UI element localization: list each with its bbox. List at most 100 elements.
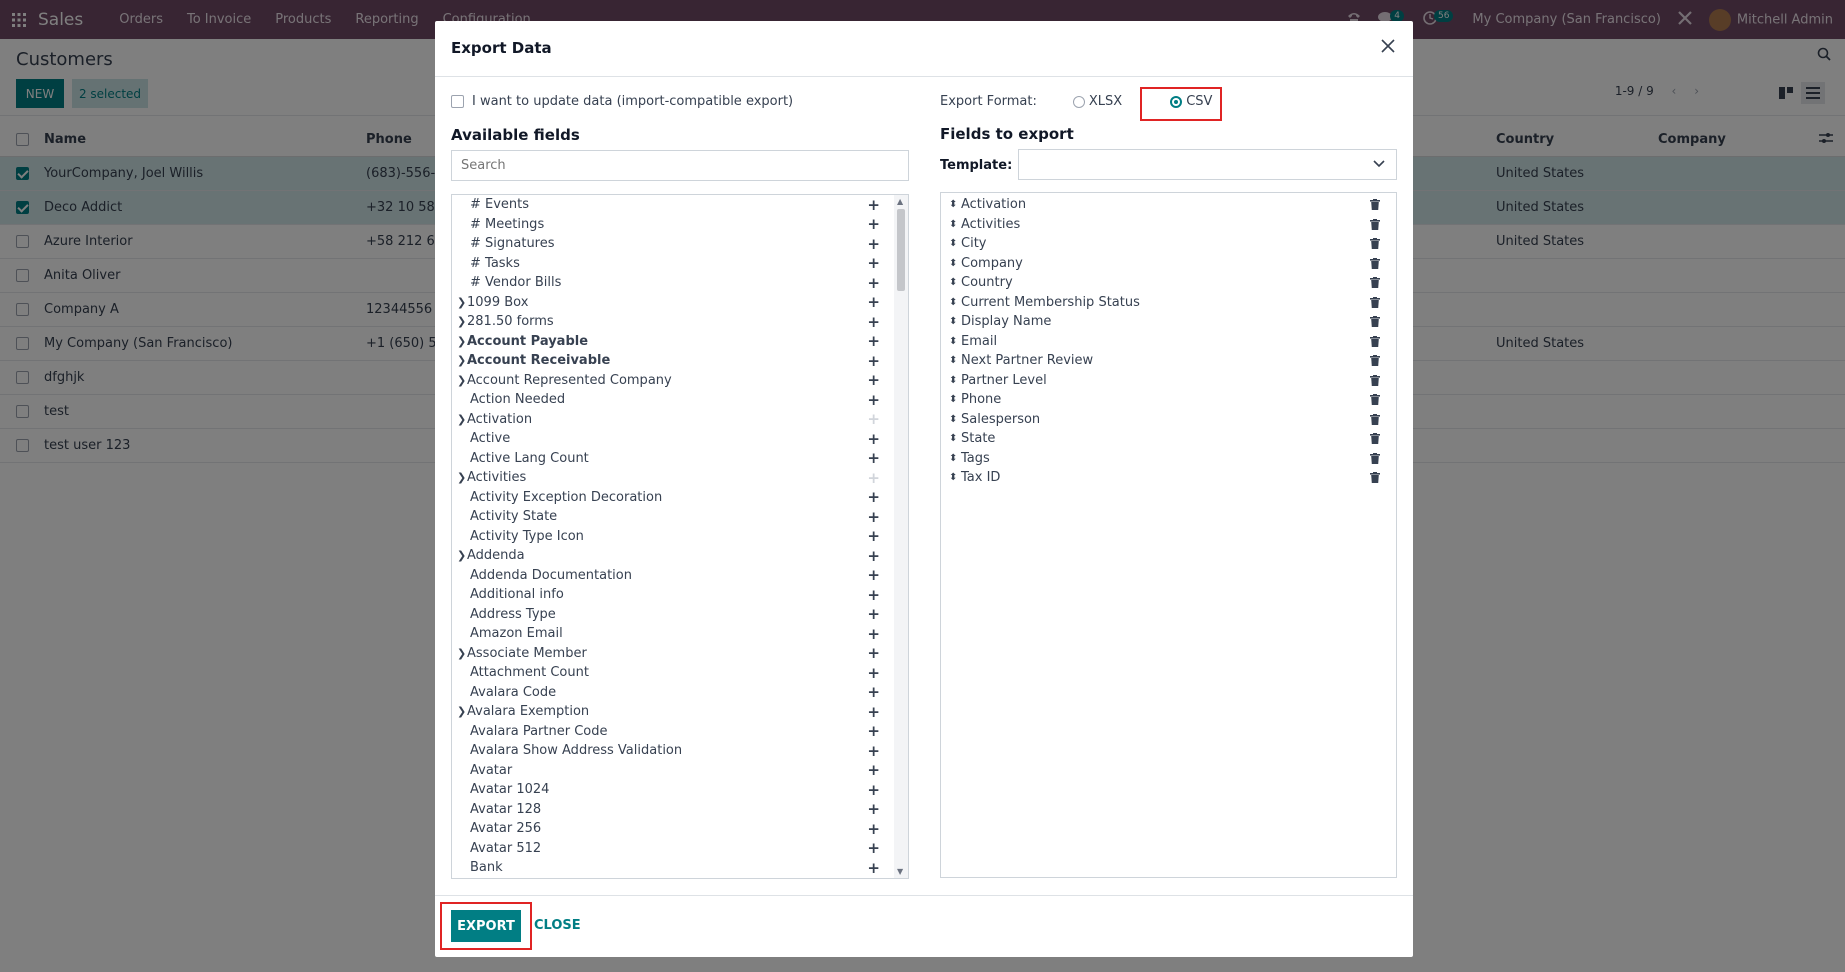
chevron-right-icon[interactable]: ❯ [457,315,466,328]
available-field-item[interactable]: Avatar 512 + [452,839,908,859]
add-field-icon[interactable]: + [867,547,880,565]
add-field-icon[interactable]: + [867,664,880,682]
scrollbar[interactable]: ▲ ▼ [894,195,908,878]
format-xlsx-option[interactable]: XLSX [1072,94,1122,109]
trash-icon[interactable] [1370,316,1380,331]
drag-handle-icon[interactable]: ⬍ [949,277,957,288]
add-field-icon[interactable]: + [867,508,880,526]
drag-handle-icon[interactable]: ⬍ [949,414,957,425]
scroll-down-icon[interactable]: ▼ [897,867,903,876]
add-field-icon[interactable]: + [867,703,880,721]
chevron-right-icon[interactable]: ❯ [457,471,466,484]
template-select[interactable] [1018,149,1397,180]
drag-handle-icon[interactable]: ⬍ [949,258,957,269]
trash-icon[interactable] [1370,452,1380,468]
add-field-icon[interactable]: + [867,566,880,584]
available-field-item[interactable]: ❯ Activities + [452,468,908,488]
export-field-item[interactable]: ⬍ Country [941,273,1396,293]
chevron-right-icon[interactable]: ❯ [457,549,466,562]
add-field-icon[interactable]: + [867,683,880,701]
add-field-icon[interactable]: + [867,527,880,545]
add-field-icon[interactable]: + [867,313,880,331]
scroll-up-icon[interactable]: ▲ [897,197,903,206]
add-field-icon[interactable]: + [867,196,880,214]
available-field-item[interactable]: Additional info + [452,585,908,605]
available-field-item[interactable]: ❯ Addenda + [452,546,908,566]
available-field-item[interactable]: ❯ Account Represented Company + [452,371,908,391]
drag-handle-icon[interactable]: ⬍ [949,394,957,405]
export-field-item[interactable]: ⬍ Next Partner Review [941,351,1396,371]
available-field-item[interactable]: Avatar 1024 + [452,780,908,800]
add-field-icon[interactable]: + [867,586,880,604]
trash-icon[interactable] [1370,433,1380,448]
add-field-icon[interactable]: + [867,293,880,311]
add-field-icon[interactable]: + [867,820,880,838]
available-field-item[interactable]: # Vendor Bills + [452,273,908,293]
search-input[interactable] [451,150,909,181]
trash-icon[interactable] [1370,374,1380,390]
export-field-item[interactable]: ⬍ Company [941,254,1396,274]
add-field-icon[interactable]: + [867,488,880,506]
trash-icon[interactable] [1370,238,1380,253]
export-field-item[interactable]: ⬍ Current Membership Status [941,293,1396,313]
export-field-item[interactable]: ⬍ City [941,234,1396,254]
add-field-icon[interactable]: + [867,332,880,350]
available-field-item[interactable]: Active Lang Count + [452,449,908,469]
export-field-item[interactable]: ⬍ Salesperson [941,410,1396,430]
drag-handle-icon[interactable]: ⬍ [949,472,957,483]
export-field-item[interactable]: ⬍ Email [941,332,1396,352]
available-field-item[interactable]: Activity State + [452,507,908,527]
chevron-right-icon[interactable]: ❯ [457,647,466,660]
add-field-icon[interactable]: + [867,839,880,857]
drag-handle-icon[interactable]: ⬍ [949,219,957,230]
available-field-item[interactable]: Avatar + [452,761,908,781]
available-field-item[interactable]: ❯ Avalara Exemption + [452,702,908,722]
available-field-item[interactable]: ❯ Account Receivable + [452,351,908,371]
trash-icon[interactable] [1370,335,1380,351]
trash-icon[interactable] [1370,472,1380,487]
add-field-icon[interactable]: + [867,625,880,643]
available-field-item[interactable]: Avalara Show Address Validation + [452,741,908,761]
add-field-icon[interactable]: + [867,781,880,799]
trash-icon[interactable] [1370,218,1380,234]
available-field-item[interactable]: ❯ 281.50 forms + [452,312,908,332]
chevron-right-icon[interactable]: ❯ [457,705,466,718]
available-field-item[interactable]: ❯ Associate Member + [452,644,908,664]
available-field-item[interactable]: # Events + [452,195,908,215]
chevron-right-icon[interactable]: ❯ [457,354,466,367]
export-field-item[interactable]: ⬍ Activation [941,195,1396,215]
export-field-item[interactable]: ⬍ Partner Level [941,371,1396,391]
add-field-icon[interactable]: + [867,352,880,370]
available-field-item[interactable]: Avalara Partner Code + [452,722,908,742]
export-field-item[interactable]: ⬍ Activities [941,215,1396,235]
add-field-icon[interactable]: + [867,742,880,760]
add-field-icon[interactable]: + [867,859,880,877]
export-field-item[interactable]: ⬍ Phone [941,390,1396,410]
add-field-icon[interactable]: + [867,605,880,623]
drag-handle-icon[interactable]: ⬍ [949,238,957,249]
drag-handle-icon[interactable]: ⬍ [949,336,957,347]
export-field-item[interactable]: ⬍ Display Name [941,312,1396,332]
drag-handle-icon[interactable]: ⬍ [949,375,957,386]
available-field-item[interactable]: ❯ 1099 Box + [452,293,908,313]
available-field-item[interactable]: Avatar 256 + [452,819,908,839]
drag-handle-icon[interactable]: ⬍ [949,297,957,308]
chevron-right-icon[interactable]: ❯ [457,413,466,426]
add-field-icon[interactable]: + [867,722,880,740]
add-field-icon[interactable]: + [867,215,880,233]
available-field-item[interactable]: Activity Type Icon + [452,527,908,547]
available-field-item[interactable]: # Signatures + [452,234,908,254]
add-field-icon[interactable]: + [867,274,880,292]
drag-handle-icon[interactable]: ⬍ [949,433,957,444]
scroll-thumb[interactable] [897,209,905,291]
chevron-right-icon[interactable]: ❯ [457,374,466,387]
drag-handle-icon[interactable]: ⬍ [949,453,957,464]
drag-handle-icon[interactable]: ⬍ [949,316,957,327]
add-field-icon[interactable]: + [867,800,880,818]
trash-icon[interactable] [1370,199,1380,214]
available-field-item[interactable]: Avatar 128 + [452,800,908,820]
trash-icon[interactable] [1370,413,1380,429]
xlsx-radio[interactable] [1072,95,1085,108]
add-field-icon[interactable]: + [867,469,880,487]
available-field-item[interactable]: Action Needed + [452,390,908,410]
